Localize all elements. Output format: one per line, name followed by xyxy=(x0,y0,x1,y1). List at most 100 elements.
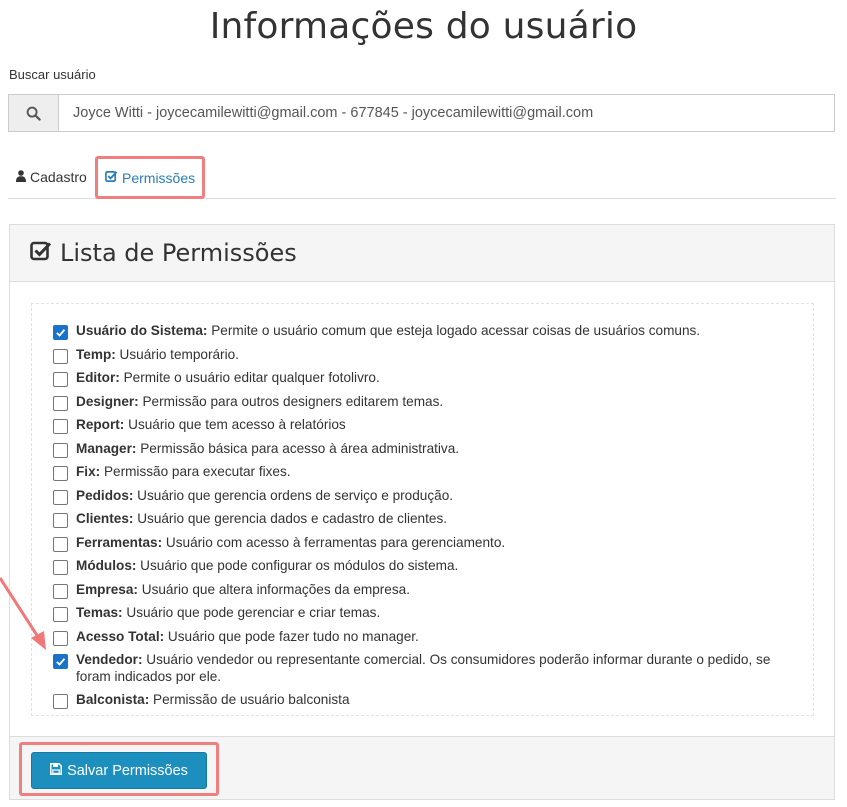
floppy-disk-icon xyxy=(50,762,63,779)
permission-checkbox[interactable] xyxy=(53,466,68,481)
permission-text: Módulos: Usuário que pode configurar os … xyxy=(76,557,458,574)
permission-description: Usuário que gerencia ordens de serviço e… xyxy=(133,487,454,503)
permission-description: Usuário que pode fazer tudo no manager. xyxy=(164,628,419,644)
tab-cadastro-label: Cadastro xyxy=(30,169,87,185)
permission-description: Usuário com acesso à ferramentas para ge… xyxy=(162,534,506,550)
save-permissions-button[interactable]: Salvar Permissões xyxy=(31,752,207,789)
permission-checkbox[interactable] xyxy=(53,513,68,528)
save-permissions-label: Salvar Permissões xyxy=(67,762,188,779)
permission-text: Temp: Usuário temporário. xyxy=(76,346,239,363)
permission-name: Vendedor: xyxy=(76,652,143,667)
check-square-icon xyxy=(30,240,52,267)
permission-name: Balconista: xyxy=(76,691,150,707)
tab-cadastro[interactable]: Cadastro xyxy=(16,156,87,198)
search-input[interactable] xyxy=(59,95,834,131)
permission-name: Ferramentas: xyxy=(76,534,163,550)
save-highlight: Salvar Permissões xyxy=(19,742,219,796)
tab-bar: Cadastro Permissões xyxy=(8,156,836,199)
tab-permissoes-label: Permissões xyxy=(122,169,196,186)
panel-title: Lista de Permissões xyxy=(60,239,297,267)
permission-item: Clientes: Usuário que gerencia dados e c… xyxy=(53,510,793,528)
permission-text: Acesso Total: Usuário que pode fazer tud… xyxy=(76,628,419,645)
permission-text: Vendedor: Usuário vendedor ou representa… xyxy=(76,651,793,685)
permission-description: Usuário que altera informações da empres… xyxy=(137,581,410,597)
permission-text: Usuário do Sistema: Permite o usuário co… xyxy=(76,322,700,339)
permission-name: Módulos: xyxy=(76,558,137,573)
permission-checkbox[interactable] xyxy=(53,395,68,411)
permission-name: Acesso Total: xyxy=(76,628,165,644)
search-group xyxy=(8,94,835,132)
permission-checkbox[interactable] xyxy=(53,693,68,709)
panel-heading: Lista de Permissões xyxy=(10,225,834,282)
permissions-panel: Lista de Permissões Usuário do Sistema: … xyxy=(9,224,835,800)
permission-text: Editor: Permite o usuário editar qualque… xyxy=(76,369,380,386)
permission-item: Designer: Permissão para outros designer… xyxy=(53,393,793,411)
permission-item: Pedidos: Usuário que gerencia ordens de … xyxy=(53,487,793,505)
permission-description: Usuário que pode configurar os módulos d… xyxy=(136,558,459,573)
user-icon xyxy=(16,169,26,185)
permission-name: Fix: xyxy=(76,464,101,479)
annotation-arrow-icon xyxy=(0,577,46,650)
permission-item: Fix: Permissão para executar fixes. xyxy=(53,463,793,481)
permission-text: Fix: Permissão para executar fixes. xyxy=(76,463,291,480)
permission-name: Temas: xyxy=(76,605,123,620)
search-label: Buscar usuário xyxy=(9,67,96,82)
search-icon[interactable] xyxy=(9,95,59,131)
permission-description: Permissão para executar fixes. xyxy=(100,464,291,479)
permission-description: Usuário vendedor ou representante comerc… xyxy=(76,652,771,684)
permission-checkbox[interactable] xyxy=(53,442,68,458)
permission-text: Manager: Permissão básica para acesso à … xyxy=(76,440,459,457)
permission-name: Manager: xyxy=(76,440,137,456)
permission-text: Empresa: Usuário que altera informações … xyxy=(76,581,410,598)
permission-item: Acesso Total: Usuário que pode fazer tud… xyxy=(53,628,793,646)
permission-description: Usuário que pode gerenciar e criar temas… xyxy=(122,605,381,620)
permission-description: Usuário que gerencia dados e cadastro de… xyxy=(133,511,448,526)
permission-checkbox[interactable] xyxy=(53,489,68,505)
permission-text: Pedidos: Usuário que gerencia ordens de … xyxy=(76,487,453,504)
permission-description: Usuário que tem acesso à relatórios xyxy=(124,417,346,432)
permission-checkbox[interactable] xyxy=(53,325,68,340)
panel-footer: Salvar Permissões xyxy=(10,736,834,799)
permission-item: Ferramentas: Usuário com acesso à ferram… xyxy=(53,534,793,552)
permission-name: Usuário do Sistema: xyxy=(76,323,208,338)
permission-item: Temas: Usuário que pode gerenciar e cria… xyxy=(53,604,793,622)
permission-item: Temp: Usuário temporário. xyxy=(53,346,793,364)
permission-name: Empresa: xyxy=(76,581,138,597)
permissions-list: Usuário do Sistema: Permite o usuário co… xyxy=(53,322,793,714)
permission-checkbox[interactable] xyxy=(53,372,68,387)
permission-description: Permissão básica para acesso à área admi… xyxy=(136,440,460,456)
permission-name: Temp: xyxy=(76,346,116,362)
permission-checkbox[interactable] xyxy=(53,348,68,364)
permission-text: Clientes: Usuário que gerencia dados e c… xyxy=(76,510,447,527)
permission-name: Report: xyxy=(76,417,125,432)
permission-item: Usuário do Sistema: Permite o usuário co… xyxy=(53,322,793,340)
permission-name: Designer: xyxy=(76,393,139,409)
permission-text: Designer: Permissão para outros designer… xyxy=(76,393,443,410)
permission-item: Balconista: Permissão de usuário balconi… xyxy=(53,691,793,709)
permission-text: Temas: Usuário que pode gerenciar e cria… xyxy=(76,604,380,621)
permission-item: Report: Usuário que tem acesso à relatór… xyxy=(53,416,793,434)
permission-text: Report: Usuário que tem acesso à relatór… xyxy=(76,416,346,433)
permission-description: Usuário temporário. xyxy=(115,346,239,362)
permission-item: Manager: Permissão básica para acesso à … xyxy=(53,440,793,458)
permission-name: Editor: xyxy=(76,370,120,385)
page-title: Informações do usuário xyxy=(209,6,638,47)
permission-description: Permissão de usuário balconista xyxy=(149,691,350,707)
permission-description: Permite o usuário comum que esteja logad… xyxy=(207,323,701,338)
permission-description: Permite o usuário editar qualquer fotoli… xyxy=(119,370,380,385)
permission-checkbox[interactable] xyxy=(53,419,68,434)
permissions-list-box: Usuário do Sistema: Permite o usuário co… xyxy=(31,303,814,716)
permission-name: Pedidos: xyxy=(76,487,134,503)
checkmark-icon xyxy=(56,329,66,337)
check-square-icon xyxy=(105,170,118,186)
permission-item: Empresa: Usuário que altera informações … xyxy=(53,581,793,599)
permission-item: Vendedor: Usuário vendedor ou representa… xyxy=(53,651,793,685)
permission-description: Permissão para outros designers editarem… xyxy=(138,393,444,409)
permission-item: Editor: Permite o usuário editar qualque… xyxy=(53,369,793,387)
tab-permissoes[interactable]: Permissões xyxy=(95,156,205,199)
permission-text: Balconista: Permissão de usuário balconi… xyxy=(76,691,350,708)
permission-item: Módulos: Usuário que pode configurar os … xyxy=(53,557,793,575)
permission-checkbox[interactable] xyxy=(53,536,68,552)
permission-name: Clientes: xyxy=(76,511,134,526)
permission-text: Ferramentas: Usuário com acesso à ferram… xyxy=(76,534,505,551)
